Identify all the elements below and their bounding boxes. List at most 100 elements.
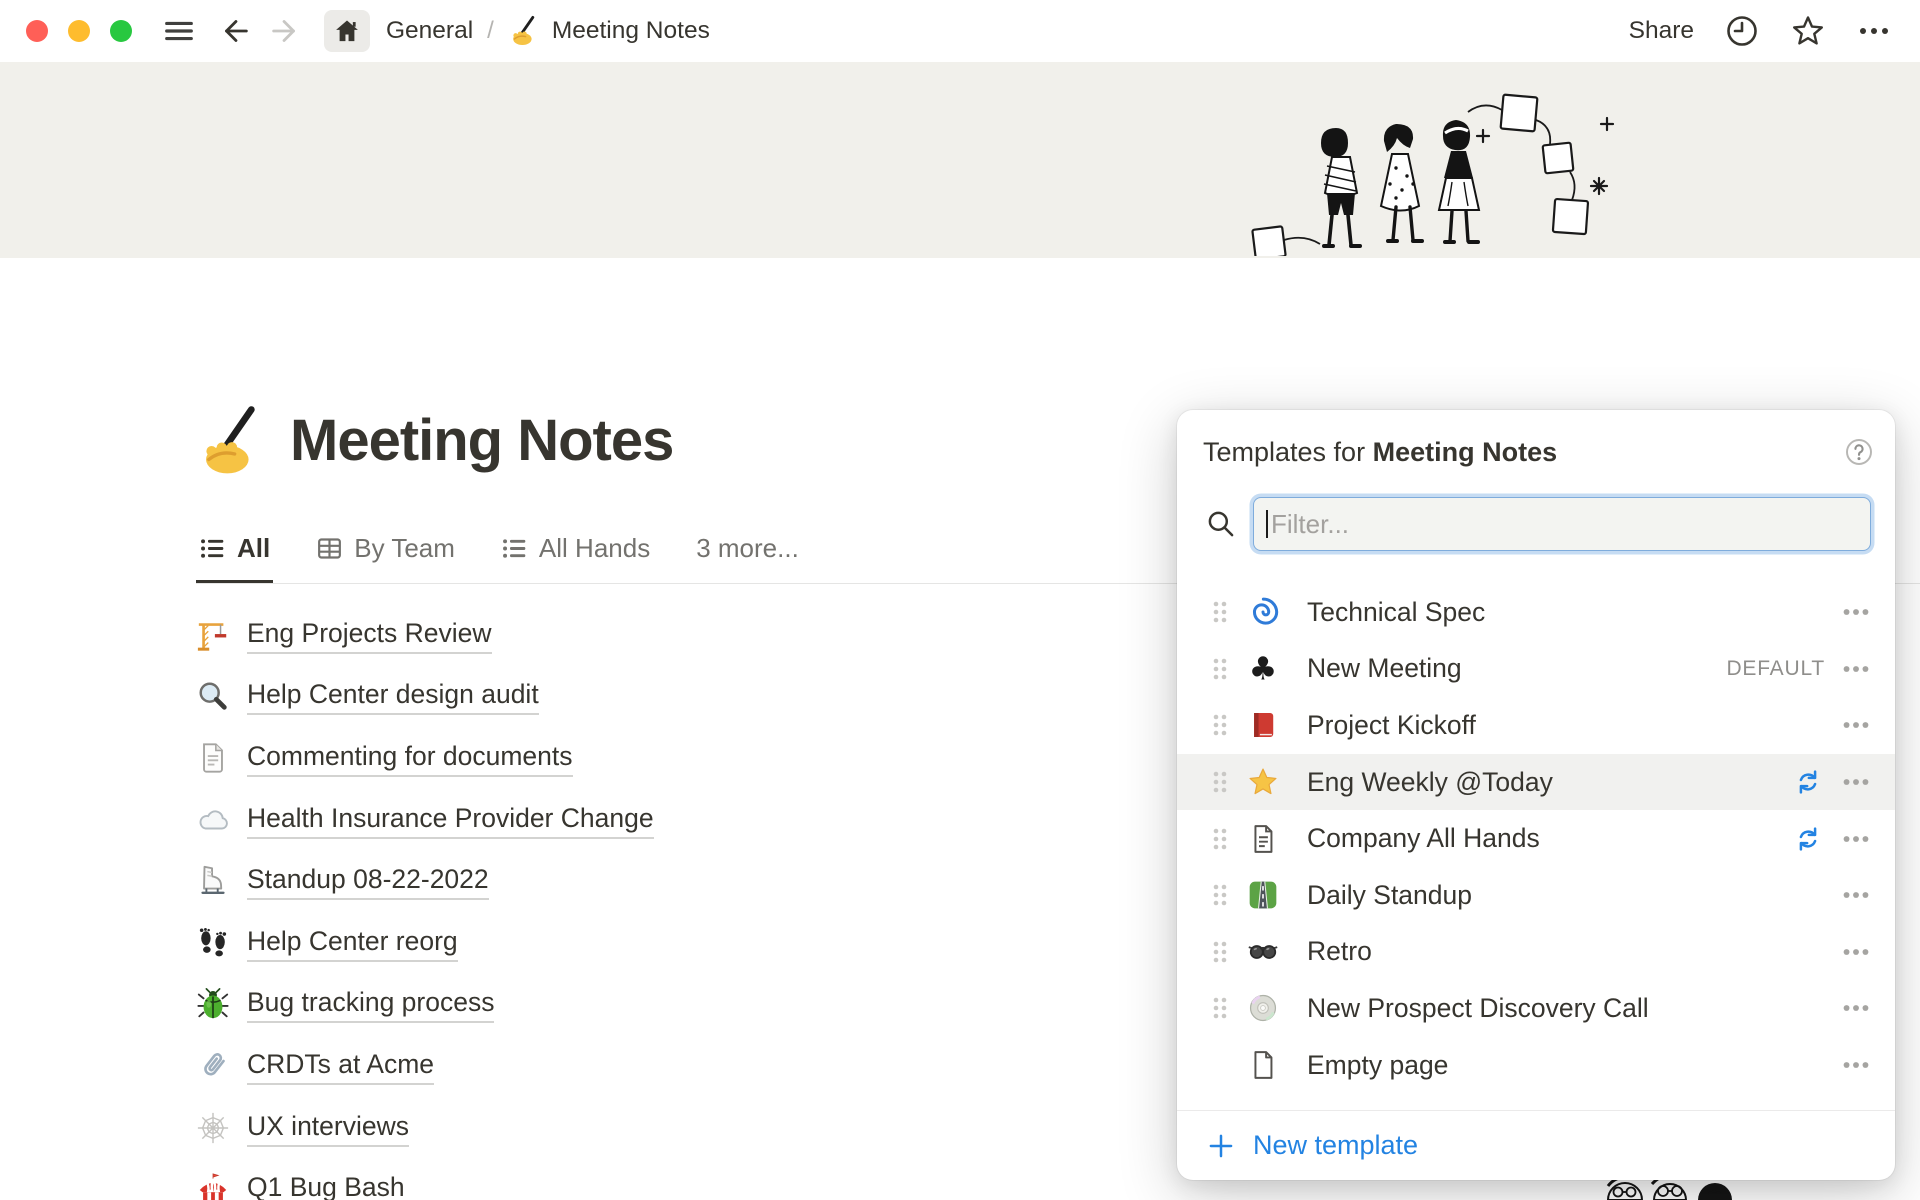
page-link[interactable]: Health Insurance Provider Change (247, 801, 654, 839)
drag-handle-icon[interactable] (1211, 825, 1229, 853)
more-options-button[interactable] (1856, 13, 1892, 49)
page-link[interactable]: Help Center reorg (247, 924, 458, 962)
page-link[interactable]: Q1 Bug Bash (247, 1170, 405, 1200)
breadcrumb-page[interactable]: Meeting Notes (508, 15, 710, 47)
tab-label: All (237, 533, 270, 564)
template-menu-button[interactable] (1839, 822, 1873, 856)
home-icon (333, 17, 361, 45)
page-link[interactable]: Bug tracking process (247, 985, 494, 1023)
template-menu-button[interactable] (1839, 708, 1873, 742)
template-row[interactable]: Daily Standup (1177, 867, 1895, 924)
template-row[interactable]: Empty page (1177, 1037, 1895, 1094)
magnifier-icon (196, 679, 230, 713)
cloud-icon (196, 803, 230, 837)
back-button[interactable] (218, 14, 252, 48)
window-topbar: General / Meeting Notes Share (0, 0, 1920, 62)
new-template-button[interactable]: New template (1207, 1130, 1418, 1161)
drag-handle-icon[interactable] (1211, 711, 1229, 739)
arrow-right-icon (268, 14, 302, 48)
page-list-item[interactable]: Commenting for documents (196, 727, 956, 789)
template-row[interactable]: ♣New MeetingDEFAULT (1177, 641, 1895, 698)
page-list-item[interactable]: Eng Projects Review (196, 604, 956, 666)
page-list-item[interactable]: Q1 Bug Bash (196, 1158, 956, 1200)
cyclone-icon (1247, 596, 1279, 628)
breadcrumb-workspace-label: General (386, 17, 473, 45)
writing-hand-icon[interactable] (194, 404, 268, 478)
template-row[interactable]: Project Kickoff (1177, 697, 1895, 754)
clock-icon (1724, 13, 1760, 49)
template-menu-button[interactable] (1839, 935, 1873, 969)
templates-title-prefix: Templates for (1203, 437, 1365, 467)
close-window-button[interactable] (26, 20, 48, 42)
hamburger-icon (162, 14, 196, 48)
ellipsis-icon (1856, 13, 1892, 49)
tab-label: All Hands (539, 533, 650, 564)
template-filter-input[interactable] (1253, 497, 1871, 551)
page-list-item[interactable]: UX interviews (196, 1097, 956, 1159)
default-badge: DEFAULT (1726, 657, 1825, 681)
tab-all-hands[interactable]: All Hands (498, 514, 653, 583)
list-glyph-icon (199, 535, 226, 562)
beetle-icon (196, 987, 230, 1021)
page-list-item[interactable]: Bug tracking process (196, 974, 956, 1036)
breadcrumb-workspace[interactable]: General (386, 17, 473, 45)
templates-popup: Templates for Meeting Notes Technical Sp… (1177, 410, 1895, 1180)
template-row[interactable]: New Prospect Discovery Call (1177, 980, 1895, 1037)
minimize-window-button[interactable] (68, 20, 90, 42)
drag-handle-icon[interactable] (1211, 881, 1229, 909)
template-menu-button[interactable] (1839, 878, 1873, 912)
template-menu-button[interactable] (1839, 765, 1873, 799)
forward-button[interactable] (268, 14, 302, 48)
page-link[interactable]: Eng Projects Review (247, 616, 492, 654)
page-link[interactable]: Standup 08-22-2022 (247, 862, 489, 900)
page-title[interactable]: Meeting Notes (290, 404, 673, 478)
breadcrumb-page-label: Meeting Notes (552, 17, 710, 45)
drag-handle-icon[interactable] (1211, 938, 1229, 966)
template-menu-button[interactable] (1839, 652, 1873, 686)
share-button[interactable]: Share (1629, 17, 1694, 45)
star-filled-icon (1247, 766, 1279, 798)
page-link[interactable]: Commenting for documents (247, 739, 573, 777)
page-list-item[interactable]: Help Center reorg (196, 912, 956, 974)
plus-icon (1207, 1132, 1235, 1160)
circus-tent-icon (196, 1172, 230, 1200)
notion-window: General / Meeting Notes Share (0, 0, 1920, 1200)
drag-handle-icon[interactable] (1211, 655, 1229, 683)
tab-3-more-[interactable]: 3 more... (693, 514, 802, 583)
drag-handle-icon[interactable] (1211, 994, 1229, 1022)
page-link[interactable]: UX interviews (247, 1109, 409, 1147)
question-circle-icon (1843, 436, 1875, 468)
template-row[interactable]: Eng Weekly @Today (1177, 754, 1895, 811)
sidebar-toggle-button[interactable] (162, 14, 196, 48)
repeat-icon (1793, 824, 1823, 854)
history-button[interactable] (1724, 13, 1760, 49)
tab-by-team[interactable]: By Team (313, 514, 458, 583)
text-caret (1266, 510, 1268, 538)
favorite-button[interactable] (1790, 13, 1826, 49)
drag-handle-icon[interactable] (1211, 768, 1229, 796)
template-menu-button[interactable] (1839, 595, 1873, 629)
help-button[interactable] (1843, 436, 1875, 468)
template-row[interactable]: Technical Spec (1177, 584, 1895, 641)
page-list-item[interactable]: Standup 08-22-2022 (196, 850, 956, 912)
page-list-item[interactable]: Health Insurance Provider Change (196, 789, 956, 851)
maximize-window-button[interactable] (110, 20, 132, 42)
template-menu-button[interactable] (1839, 1048, 1873, 1082)
template-row[interactable]: Company All Hands (1177, 810, 1895, 867)
drag-handle-icon[interactable] (1211, 598, 1229, 626)
page-list-item[interactable]: CRDTs at Acme (196, 1035, 956, 1097)
template-filter-row (1177, 497, 1895, 551)
page-list-item[interactable]: Help Center design audit (196, 666, 956, 728)
template-menu-button[interactable] (1839, 991, 1873, 1025)
page-link[interactable]: CRDTs at Acme (247, 1047, 434, 1085)
tab-all[interactable]: All (196, 514, 273, 583)
topbar-actions: Share (1629, 13, 1920, 49)
template-label: Technical Spec (1307, 597, 1839, 628)
home-button[interactable] (324, 10, 370, 52)
table-glyph-icon (316, 535, 343, 562)
template-row[interactable]: Retro (1177, 924, 1895, 981)
page-link[interactable]: Help Center design audit (247, 677, 539, 715)
blank-page-icon (1247, 1049, 1279, 1081)
crane-icon (196, 618, 230, 652)
page-cover (0, 62, 1920, 258)
